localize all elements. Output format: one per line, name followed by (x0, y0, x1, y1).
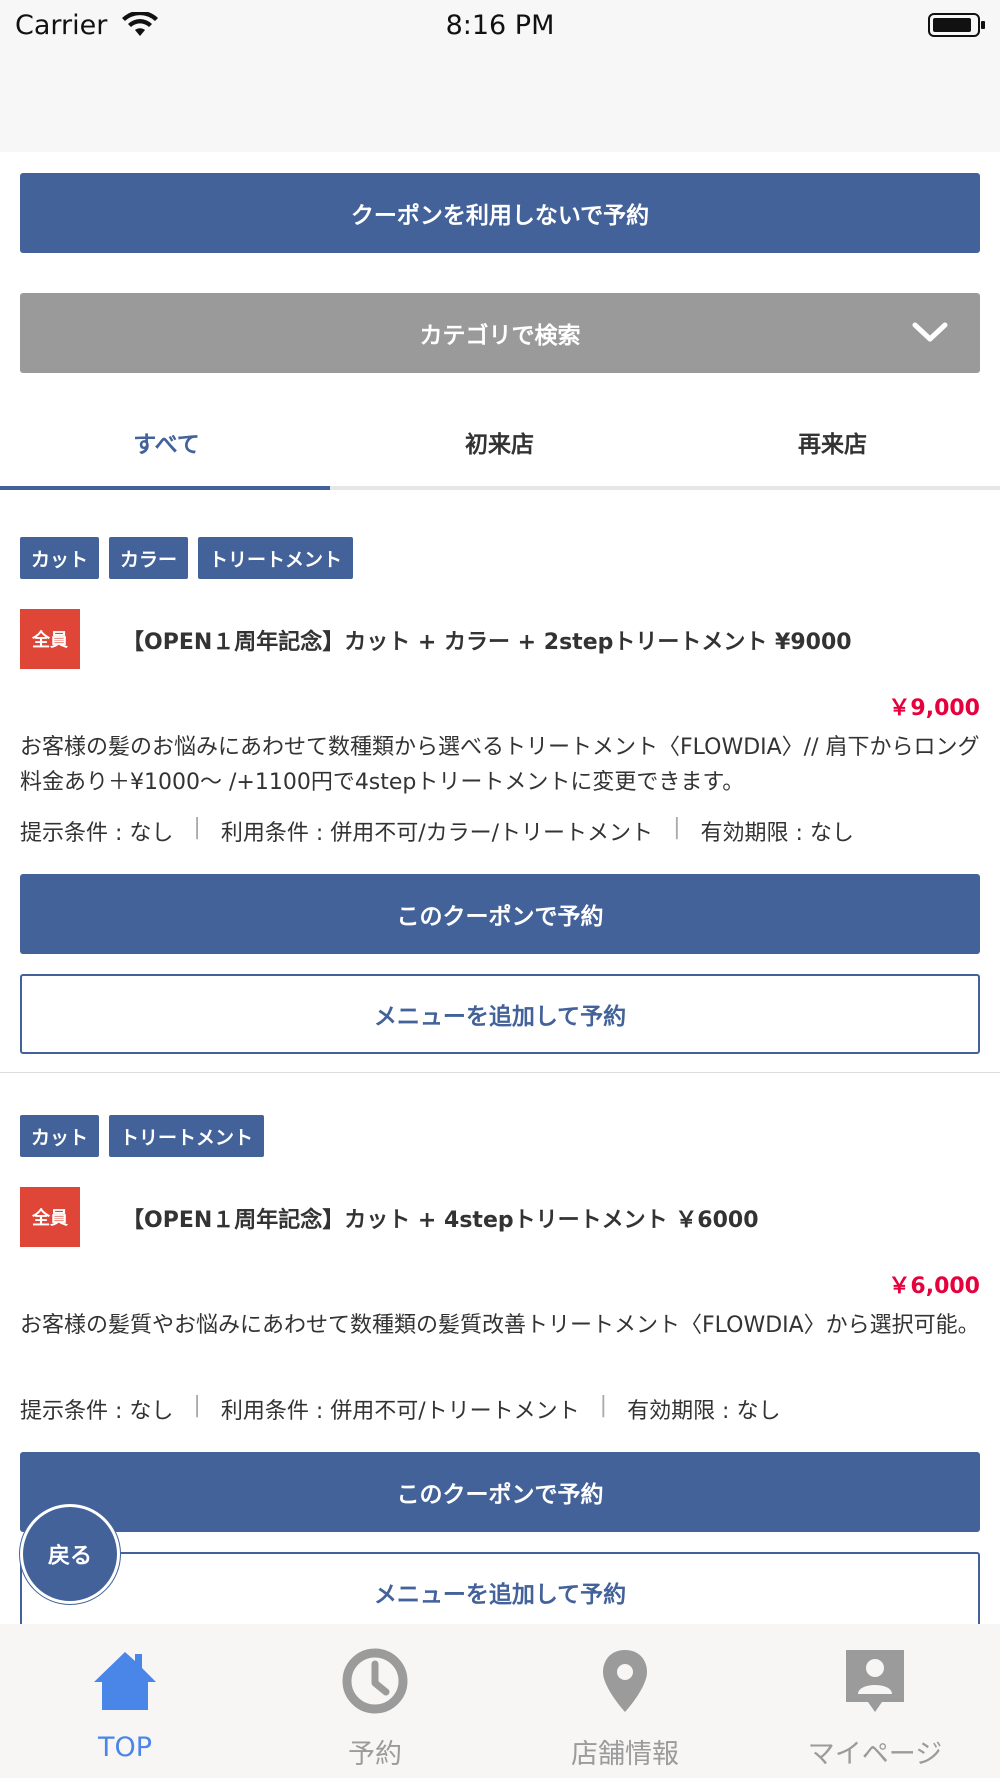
target-badge: 全員 (20, 609, 80, 669)
coupon-card: カット トリートメント 全員 【OPEN１周年記念】カット + 4stepトリー… (0, 1115, 1000, 1624)
chevron-down-icon (912, 322, 948, 342)
status-time: 8:16 PM (445, 10, 555, 41)
coupon-description: お客様の髪質やお悩みにあわせて数種類の髪質改善トリートメント〈FLOWDIA〉か… (20, 1313, 980, 1338)
coupon-card: カット カラー トリートメント 全員 【OPEN１周年記念】カット + カラー … (0, 537, 1000, 1113)
tabbar-item-reservation[interactable]: 予約 (250, 1624, 500, 1778)
coupon-price: ￥9,000 (888, 696, 980, 721)
tag-treatment: トリートメント (198, 537, 354, 579)
presentation-condition: 提示条件 : なし (20, 821, 174, 846)
bottom-tab-bar: TOP 予約 店舗情報 マイページ (0, 1624, 1000, 1778)
battery-icon (928, 13, 985, 37)
tabbar-item-mypage[interactable]: マイページ (750, 1624, 1000, 1778)
clock-icon (342, 1648, 408, 1714)
reserve-without-coupon-button[interactable]: クーポンを利用しないで予約 (20, 173, 980, 253)
customer-type-tabs: すべて 初来店 再来店 (0, 394, 1000, 490)
active-tab-indicator (0, 486, 330, 490)
presentation-condition: 提示条件 : なし (20, 1399, 174, 1424)
category-search-dropdown[interactable]: カテゴリで検索 (20, 293, 980, 373)
coupon-title: 【OPEN１周年記念】カット + カラー + 2stepトリートメント ¥900… (122, 630, 852, 655)
add-menu-reserve-button[interactable]: メニューを追加して予約 (20, 974, 980, 1054)
tag-color: カラー (109, 537, 189, 579)
usage-condition: 利用条件 : 併用不可/トリートメント (220, 1399, 580, 1424)
tab-repeat-visit[interactable]: 再来店 (666, 394, 999, 490)
tabbar-label: TOP (97, 1732, 153, 1763)
usage-condition: 利用条件 : 併用不可/カラー/トリートメント (220, 821, 654, 846)
coupon-conditions: 提示条件 : なし | 利用条件 : 併用不可/トリートメント | 有効期限 :… (20, 1393, 781, 1424)
reserve-with-coupon-button[interactable]: このクーポンで予約 (20, 1452, 980, 1532)
reserve-with-coupon-button[interactable]: このクーポンで予約 (20, 874, 980, 954)
tag-cut: カット (20, 1115, 100, 1157)
status-bar: Carrier 8:16 PM (0, 0, 1000, 50)
tabbar-label: 店舗情報 (571, 1739, 679, 1770)
tabbar-label: マイページ (807, 1739, 943, 1770)
nav-header (0, 50, 1000, 152)
coupon-tags: カット トリートメント (20, 1115, 265, 1157)
tag-treatment: トリートメント (109, 1115, 265, 1157)
coupon-description: お客様の髪のお悩みにあわせて数種類から選べるトリートメント〈FLOWDIA〉//… (20, 735, 980, 795)
coupon-list-screen: クーポンを利用しないで予約 カテゴリで検索 すべて 初来店 再来店 カット カラ… (0, 152, 1000, 1624)
tabbar-item-store-info[interactable]: 店舗情報 (500, 1624, 750, 1778)
back-button[interactable]: 戻る (20, 1504, 120, 1604)
coupon-conditions: 提示条件 : なし | 利用条件 : 併用不可/カラー/トリートメント | 有効… (20, 815, 854, 846)
tabbar-label: 予約 (348, 1739, 402, 1770)
coupon-divider (0, 1072, 1000, 1073)
coupon-price: ￥6,000 (888, 1274, 980, 1299)
tab-all[interactable]: すべて (0, 394, 333, 490)
expiry-condition: 有効期限 : なし (627, 1399, 781, 1424)
coupon-title: 【OPEN１周年記念】カット + 4stepトリートメント ￥6000 (122, 1208, 759, 1233)
map-pin-icon (603, 1650, 647, 1712)
category-search-label: カテゴリで検索 (419, 323, 581, 349)
profile-card-icon (846, 1650, 904, 1712)
expiry-condition: 有効期限 : なし (700, 821, 854, 846)
target-badge: 全員 (20, 1187, 80, 1247)
tabbar-item-top[interactable]: TOP (0, 1624, 250, 1778)
add-menu-reserve-button[interactable]: メニューを追加して予約 (20, 1552, 980, 1624)
tag-cut: カット (20, 537, 100, 579)
tab-first-visit[interactable]: 初来店 (333, 394, 666, 490)
home-icon (94, 1652, 156, 1710)
coupon-tags: カット カラー トリートメント (20, 537, 354, 579)
